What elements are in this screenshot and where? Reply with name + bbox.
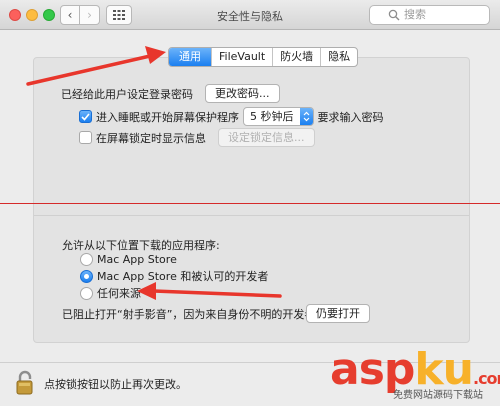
- lock-message-label: 在屏幕锁定时显示信息: [96, 131, 206, 145]
- updown-arrows-icon: [299, 108, 313, 125]
- lock-instruction: 点按锁按钮以防止再次更改。: [44, 378, 187, 391]
- tab-privacy[interactable]: 隐私: [320, 48, 357, 66]
- downloads-heading-text: 允许从以下位置下载的应用程序:: [62, 239, 220, 252]
- radio-app-store-label: Mac App Store: [97, 253, 177, 266]
- sleep-password-row: 进入睡眠或开始屏幕保护程序 5 秒钟后 要求输入密码: [79, 107, 384, 126]
- padlock-open-icon: [16, 370, 33, 395]
- open-anyway-button[interactable]: 仍要打开: [306, 304, 370, 323]
- download-option-app-store[interactable]: Mac App Store: [80, 253, 177, 266]
- lock-message-checkbox[interactable]: [79, 131, 92, 144]
- checkmark-icon: [81, 112, 90, 121]
- search-icon: [388, 9, 400, 21]
- open-anyway-wrapper: 仍要打开: [306, 304, 370, 323]
- blocked-app-row: 已阻止打开“射手影音”，因为来自身份不明的开发者。: [62, 306, 326, 322]
- downloads-heading: 允许从以下位置下载的应用程序:: [62, 237, 220, 253]
- set-lock-message-button[interactable]: 设定锁定信息...: [218, 128, 315, 147]
- sleep-delay-select[interactable]: 5 秒钟后: [243, 107, 314, 126]
- search-field[interactable]: 搜索: [369, 5, 490, 25]
- radio-app-store[interactable]: [80, 253, 93, 266]
- search-placeholder: 搜索: [404, 8, 426, 21]
- radio-identified-developers[interactable]: [80, 269, 93, 283]
- tab-bar: 通用 FileVault 防火墙 隐私: [168, 47, 359, 67]
- download-option-identified[interactable]: Mac App Store 和被认可的开发者: [80, 268, 268, 284]
- tab-general[interactable]: 通用: [169, 48, 211, 66]
- password-status-text: 已经给此用户设定登录密码: [61, 87, 193, 101]
- sleep-password-checkbox[interactable]: [79, 110, 92, 123]
- radio-anywhere[interactable]: [80, 286, 93, 300]
- tab-firewall[interactable]: 防火墙: [272, 48, 320, 66]
- sleep-password-suffix: 要求输入密码: [317, 110, 384, 124]
- blocked-app-text: 已阻止打开“射手影音”，因为来自身份不明的开发者。: [62, 308, 327, 321]
- red-annotation-line: [0, 203, 500, 204]
- sleep-delay-value: 5 秒钟后: [250, 110, 294, 123]
- tab-filevault[interactable]: FileVault: [211, 48, 272, 66]
- lock-button[interactable]: [15, 370, 37, 399]
- sleep-password-label: 进入睡眠或开始屏幕保护程序: [96, 110, 239, 124]
- watermark-subtitle: 免费网站源码下载站: [393, 390, 483, 401]
- change-password-button[interactable]: 更改密码...: [205, 84, 280, 103]
- password-row: 已经给此用户设定登录密码 更改密码...: [61, 84, 280, 103]
- download-option-anywhere[interactable]: 任何来源: [80, 285, 141, 301]
- title-bar: ‹ › 安全性与隐私 搜索: [0, 0, 500, 30]
- radio-anywhere-label: 任何来源: [97, 287, 141, 300]
- section-separator: [34, 215, 469, 216]
- lock-message-row: 在屏幕锁定时显示信息 设定锁定信息...: [79, 128, 315, 147]
- radio-identified-label: Mac App Store 和被认可的开发者: [97, 270, 269, 283]
